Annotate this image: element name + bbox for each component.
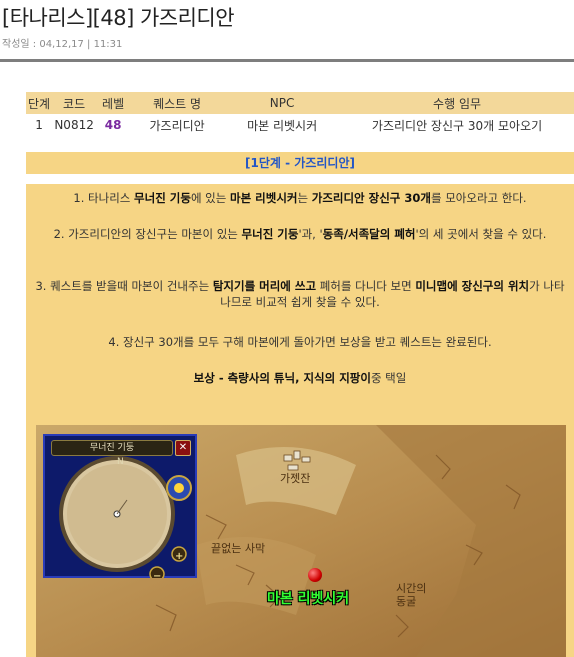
minimap-disc [59, 456, 192, 578]
col-level: 레벨 [96, 92, 131, 114]
step-2: 2. 가즈리디안의 장신구는 마본이 있는 무너진 기둥'과, '동족/서족달의… [32, 226, 568, 242]
minimap-frame: 무너진 기둥 ✕ N + − [43, 434, 197, 582]
bold-text: 가즈리디안 장신구 30개 [311, 191, 431, 205]
cell-stage: 1 [35, 118, 43, 132]
text: 3. 퀘스트를 받을때 마본이 건내주는 [35, 279, 213, 293]
bold-text: 미니맵에 장신구의 위치 [415, 279, 530, 293]
bold-text: 탐지기를 머리에 쓰고 [212, 279, 317, 293]
zoom-in-icon[interactable]: + [175, 551, 183, 562]
cell-quest-name: 가즈리디안 [149, 118, 205, 133]
col-stage: 단계 [26, 92, 53, 114]
reward: 보상 - 측량사의 튜닉, 지식의 지팡이중 택일 [32, 370, 568, 386]
text: 1. 타나리스 [73, 191, 135, 205]
page-title: [타나리스][48] 가즈리디안 [2, 6, 235, 30]
col-quest-name: 퀘스트 명 [130, 92, 225, 114]
stage-heading: [1단계 - 가즈리디안] [26, 152, 574, 174]
npc-location-marker [308, 568, 322, 582]
divider [0, 59, 574, 62]
quest-table: 단계 코드 레벨 퀘스트 명 NPC 수행 임무 1 N0812 48 가즈리디… [26, 92, 574, 136]
text: 는 [297, 191, 312, 205]
npc-location-label: 마본 리벳시커 [267, 591, 350, 607]
cell-task: 가즈리디안 장신구 30개 모아오기 [371, 118, 543, 133]
bold-text: 마본 리벳시커 [230, 191, 298, 205]
text: 를 모아오라고 한다. [430, 191, 527, 205]
cell-npc: 마본 리벳시커 [247, 118, 318, 133]
map-label-gadgetzan: 가젯잔 [280, 472, 311, 485]
col-task: 수행 임무 [340, 92, 574, 114]
text: '과, ' [298, 227, 323, 241]
cell-level: 48 [104, 118, 122, 132]
bold-text: 무너진 기둥 [134, 191, 191, 205]
col-npc: NPC [224, 92, 341, 114]
table-header-row: 단계 코드 레벨 퀘스트 명 NPC 수행 임무 [26, 92, 574, 114]
step-4: 4. 장신구 30개를 모두 구해 마본에게 돌아가면 보상을 받고 퀘스트는 … [108, 335, 492, 349]
step-3: 3. 퀘스트를 받을때 마본이 건내주는 탐지기를 머리에 쓰고 폐허를 다니다… [32, 278, 568, 310]
text: 폐허를 다니다 보면 [316, 279, 416, 293]
cell-code: N0812 [54, 118, 94, 132]
text: 에 있는 [190, 191, 230, 205]
minimap-title: 무너진 기둥 [51, 440, 173, 456]
bold-text: 무너진 기둥 [241, 227, 299, 241]
text: 2. 가즈리디안의 장신구는 마본이 있는 [53, 227, 242, 241]
text: '의 세 곳에서 찾을 수 있다. [415, 227, 547, 241]
map-label-desert: 끝없는 사막 [211, 542, 266, 555]
step-1: 1. 타나리스 무너진 기둥에 있는 마본 리벳시커는 가즈리디안 장신구 30… [32, 190, 568, 206]
table-row: 1 N0812 48 가즈리디안 마본 리벳시커 가즈리디안 장신구 30개 모… [26, 114, 574, 136]
bold-text: 보상 - 측량사의 튜닉, 지식의 지팡이 [193, 371, 371, 385]
zoom-out-icon[interactable]: − [153, 571, 161, 582]
bold-text: 동족/서족달의 폐허 [322, 227, 416, 241]
map-label-caverns: 시간의 동굴 [396, 582, 427, 608]
minimap-north: N [117, 457, 124, 467]
close-icon[interactable]: ✕ [175, 440, 191, 456]
col-code: 코드 [52, 92, 97, 114]
post-meta: 작성일 : 04,12,17 | 11:31 [2, 39, 123, 50]
text: 중 택일 [370, 371, 407, 385]
